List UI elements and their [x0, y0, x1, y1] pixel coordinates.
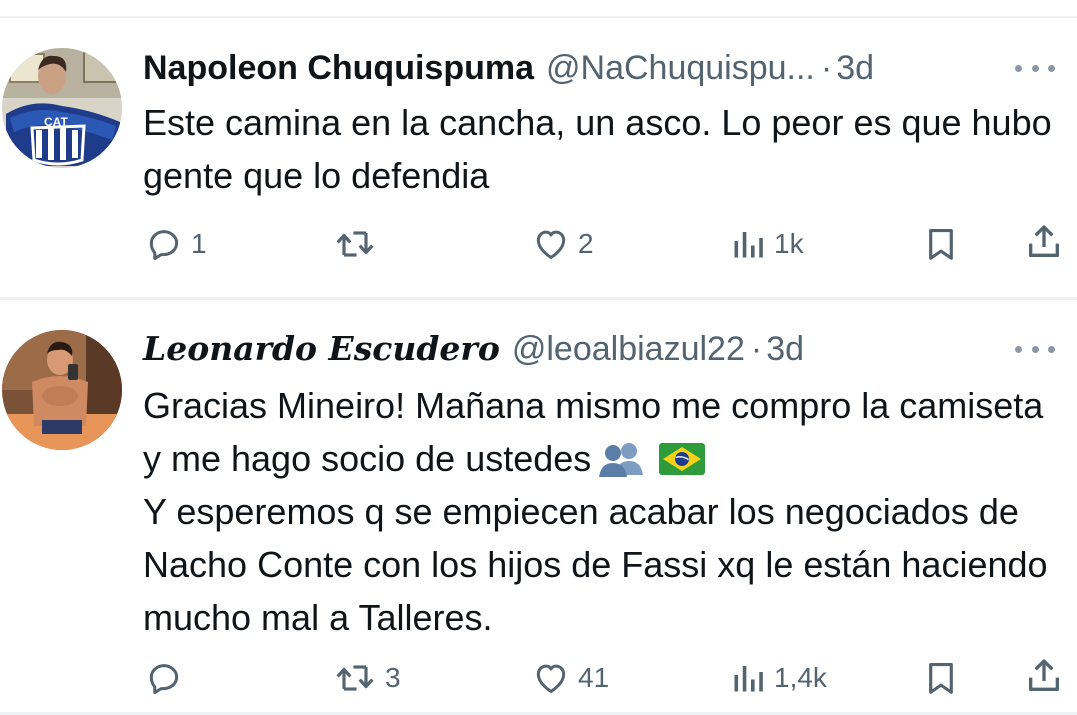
like-button[interactable]: 41 — [532, 658, 609, 698]
view-count: 1,4k — [774, 662, 827, 693]
brazil-flag-icon — [659, 443, 706, 475]
retweet-count: 3 — [385, 662, 401, 693]
display-name[interactable]: Napoleon Chuquispuma — [143, 48, 534, 88]
like-icon — [536, 230, 566, 259]
tweet-text-part2: Y esperemos q se empiecen acabar los neg… — [143, 491, 1048, 638]
display-name[interactable]: Leonardo Escudero — [143, 329, 500, 369]
tweet-1[interactable]: CAT Napoleon Chuquispuma @NaChuquispu...… — [0, 0, 1077, 297]
reply-icon — [149, 230, 179, 261]
retweet-button[interactable] — [333, 224, 385, 264]
reply-button[interactable]: 1 — [145, 224, 207, 264]
reply-count: 1 — [191, 228, 207, 259]
reply-icon — [149, 664, 179, 695]
like-count: 2 — [578, 228, 594, 259]
bookmark-button[interactable] — [922, 224, 960, 264]
share-icon — [1029, 225, 1059, 257]
more-icon[interactable] — [1015, 342, 1055, 356]
like-icon — [536, 664, 566, 693]
avatar[interactable] — [2, 330, 122, 450]
timestamp[interactable]: 3d — [766, 329, 804, 369]
user-handle[interactable]: @NaChuquispu... — [546, 48, 815, 88]
view-count: 1k — [774, 228, 804, 259]
separator-dot: · — [820, 49, 833, 87]
avatar[interactable]: CAT — [2, 48, 122, 168]
share-button[interactable] — [1024, 222, 1064, 262]
share-button[interactable] — [1024, 656, 1064, 696]
like-button[interactable]: 2 — [532, 224, 594, 264]
tweet-text: Este camina en la cancha, un asco. Lo pe… — [143, 102, 1052, 196]
more-icon[interactable] — [1015, 61, 1055, 75]
views-icon — [734, 232, 763, 258]
views-button[interactable]: 1,4k — [730, 658, 827, 698]
bookmark-button[interactable] — [922, 658, 960, 698]
retweet-button[interactable]: 3 — [333, 658, 401, 698]
separator-dot: · — [750, 330, 763, 368]
bookmark-icon — [929, 228, 953, 260]
timestamp[interactable]: 3d — [836, 48, 874, 88]
retweet-icon — [336, 665, 374, 691]
busts-in-silhouette-icon — [599, 443, 644, 477]
tweet-2[interactable]: Leonardo Escudero @leoalbiazul22 · 3d Gr… — [0, 300, 1077, 712]
views-icon — [734, 666, 763, 692]
tweet-header: Leonardo Escudero @leoalbiazul22 · 3d — [143, 329, 804, 369]
like-count: 41 — [578, 662, 610, 693]
views-button[interactable]: 1k — [730, 224, 804, 264]
share-icon — [1029, 659, 1059, 691]
retweet-icon — [336, 231, 374, 257]
user-handle[interactable]: @leoalbiazul22 — [512, 329, 745, 369]
reply-button[interactable] — [145, 658, 191, 698]
tweet-header: Napoleon Chuquispuma @NaChuquispu... · 3… — [143, 48, 874, 88]
bookmark-icon — [929, 662, 953, 694]
tweet-text: Gracias Mineiro! Mañana mismo me compro … — [143, 379, 1068, 644]
svg-text:CAT: CAT — [44, 115, 68, 129]
